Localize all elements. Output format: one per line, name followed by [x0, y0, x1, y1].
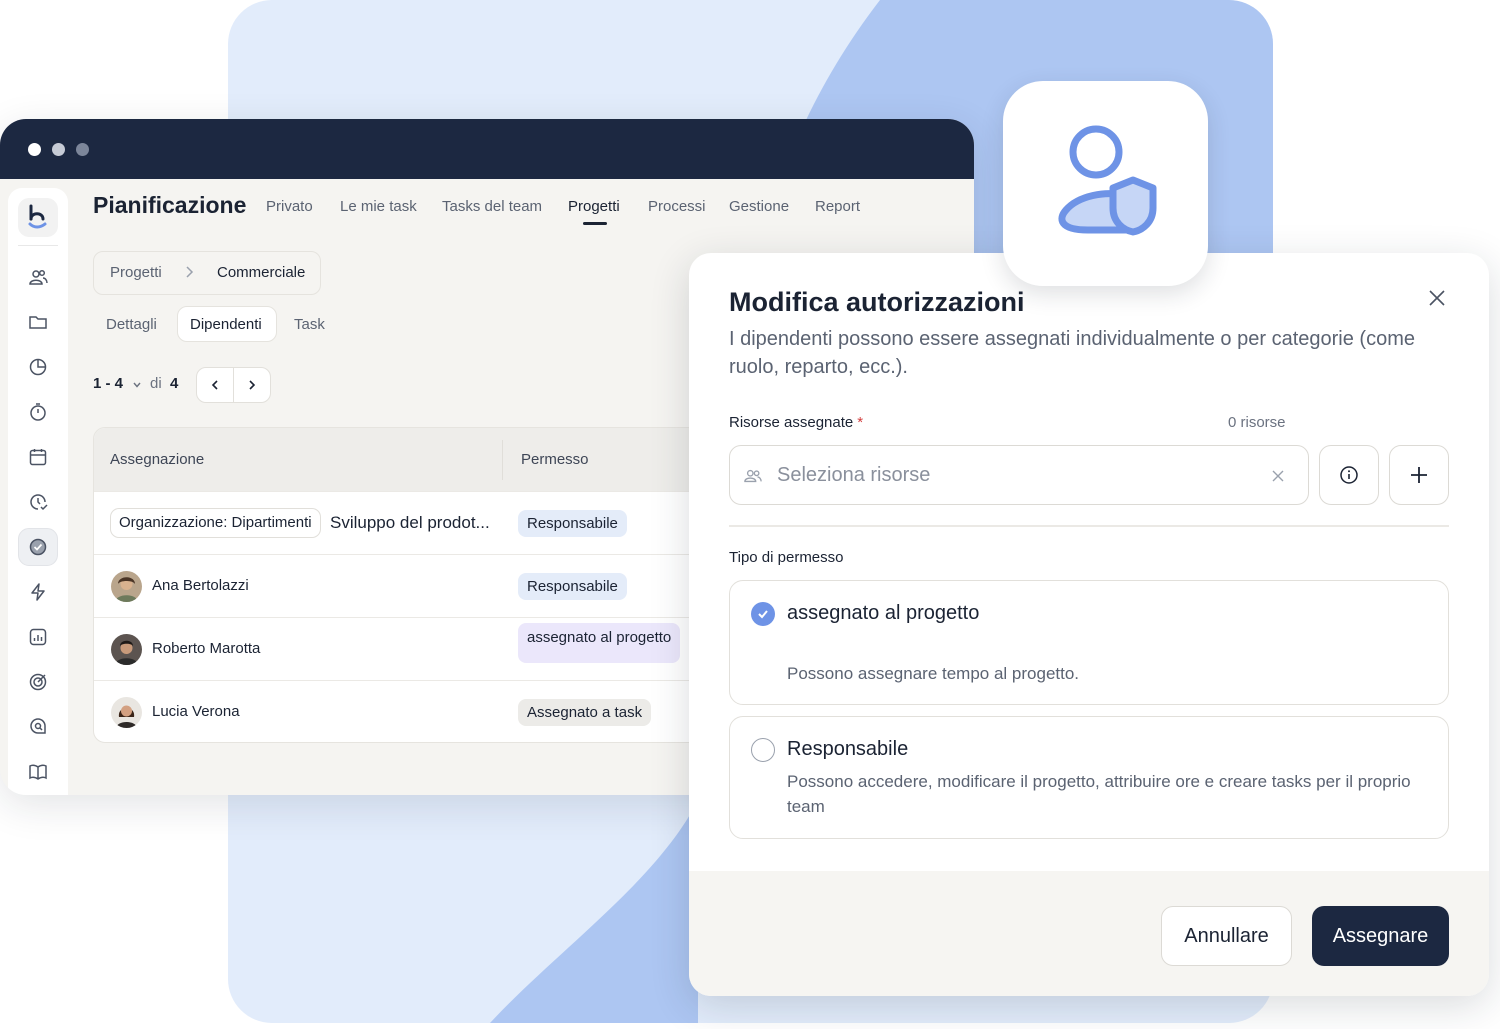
person-name: Ana Bertolazzi: [152, 577, 249, 594]
tab-gestione[interactable]: Gestione: [729, 198, 789, 215]
permission-badge: assegnato al progetto: [518, 623, 681, 663]
column-divider: [502, 440, 503, 480]
plus-icon: [1411, 467, 1427, 483]
assign-button[interactable]: Assegnare: [1312, 906, 1449, 966]
tab-processi[interactable]: Processi: [648, 198, 706, 215]
tab-report[interactable]: Report: [815, 198, 860, 215]
assignments-table: Assegnazione Permesso Organizzazione: Di…: [93, 427, 713, 743]
option-description: Possono assegnare tempo al progetto.: [787, 664, 1080, 683]
clear-icon[interactable]: [1271, 469, 1285, 488]
previous-page-button[interactable]: [197, 368, 233, 402]
permission-badge: Responsabile: [518, 573, 627, 600]
pie-chart-icon[interactable]: [18, 348, 58, 387]
organization-chip: Organizzazione: Dipartimenti: [110, 508, 321, 538]
lightning-icon[interactable]: [18, 573, 58, 612]
person-name: Roberto Marotta: [152, 640, 261, 657]
close-icon: [1429, 290, 1445, 306]
edit-permissions-modal: Modifica autorizzazioni I dipendenti pos…: [689, 253, 1489, 996]
page-title: Pianificazione: [93, 192, 247, 218]
option-title: assegnato al progetto: [787, 602, 980, 624]
option-responsabile[interactable]: Responsabile Possono accedere, modificar…: [729, 716, 1449, 839]
people-icon[interactable]: [18, 258, 58, 297]
radio-checked[interactable]: [751, 602, 775, 626]
table-header: Assegnazione Permesso: [94, 428, 712, 491]
sidebar: [8, 188, 68, 795]
table-row[interactable]: Lucia Verona Assegnato a task: [94, 680, 712, 742]
title-bar: [0, 119, 974, 179]
cancel-button[interactable]: Annullare: [1161, 906, 1292, 966]
subtab-dipendenti[interactable]: Dipendenti: [190, 316, 262, 333]
close-button[interactable]: [1423, 284, 1451, 312]
folder-icon[interactable]: [18, 303, 58, 342]
check-icon: [758, 610, 768, 619]
breadcrumb: Progetti Commerciale: [93, 251, 321, 295]
add-resource-button[interactable]: [1389, 445, 1449, 505]
table-row[interactable]: Roberto Marotta assegnato al progetto: [94, 617, 712, 680]
window-close-dot[interactable]: [28, 142, 41, 156]
subtab-dettagli[interactable]: Dettagli: [106, 316, 157, 333]
window-minimize-dot[interactable]: [52, 142, 65, 156]
sidebar-divider: [18, 244, 58, 246]
chevron-right-icon: [184, 265, 194, 283]
option-description: Possono accedere, modificare il progetto…: [787, 772, 1411, 816]
book-icon[interactable]: [18, 753, 58, 792]
column-header-permesso[interactable]: Permesso: [521, 451, 589, 468]
chevron-down-icon[interactable]: [132, 377, 142, 394]
required-mark: *: [857, 414, 864, 431]
chat-search-icon[interactable]: [18, 708, 58, 747]
avatar: [111, 697, 142, 728]
user-shield-icon: [1058, 125, 1156, 235]
permission-type-label: Tipo di permesso: [729, 549, 844, 566]
tab-progetti[interactable]: Progetti: [568, 198, 620, 215]
permission-badge: Responsabile: [518, 510, 627, 537]
calendar-icon[interactable]: [18, 438, 58, 477]
stopwatch-icon[interactable]: [18, 393, 58, 432]
page-of-label: di: [150, 375, 162, 392]
table-row[interactable]: Ana Bertolazzi Responsabile: [94, 554, 712, 617]
option-title: Responsabile: [787, 738, 909, 760]
resources-select[interactable]: Seleziona risorse: [729, 445, 1309, 505]
window-maximize-dot[interactable]: [76, 142, 89, 156]
page-total: 4: [170, 375, 179, 392]
avatar: [111, 634, 142, 665]
department-name: Sviluppo del prodot...: [330, 513, 490, 532]
info-button[interactable]: [1319, 445, 1379, 505]
column-header-assegnazione[interactable]: Assegnazione: [110, 451, 204, 468]
next-page-button[interactable]: [233, 368, 270, 402]
option-assegnato-al-progetto[interactable]: assegnato al progetto Possono assegnare …: [729, 580, 1449, 705]
tab-tasks-del-team[interactable]: Tasks del team: [442, 198, 542, 215]
modal-title: Modifica autorizzazioni: [729, 287, 1025, 317]
clock-check-icon[interactable]: [18, 483, 58, 522]
tab-privato[interactable]: Privato: [266, 198, 313, 215]
breadcrumb-current: Commerciale: [217, 264, 306, 281]
pagination-buttons: [196, 367, 271, 403]
user-shield-card: [1003, 81, 1208, 286]
people-icon: [744, 467, 762, 490]
radio-unchecked[interactable]: [751, 738, 775, 762]
check-circle-icon[interactable]: [18, 527, 58, 567]
person-name: Lucia Verona: [152, 703, 240, 720]
active-tab-indicator: [583, 222, 607, 225]
table-row[interactable]: Organizzazione: Dipartimenti Sviluppo de…: [94, 491, 712, 554]
report-chart-icon[interactable]: [18, 618, 58, 657]
subtab-task[interactable]: Task: [294, 316, 325, 333]
target-icon[interactable]: [18, 663, 58, 702]
app-logo[interactable]: [18, 198, 58, 237]
permission-badge: Assegnato a task: [518, 699, 652, 726]
resources-placeholder: Seleziona risorse: [777, 464, 931, 486]
info-icon: [1340, 466, 1358, 484]
tab-le-mie-task[interactable]: Le mie task: [340, 198, 417, 215]
breadcrumb-root[interactable]: Progetti: [110, 264, 162, 281]
chevron-left-icon: [211, 380, 218, 390]
resources-count: 0 risorse: [1228, 414, 1286, 431]
page-range[interactable]: 1 - 4: [93, 375, 123, 392]
section-divider: [729, 525, 1449, 527]
modal-description: I dipendenti possono essere assegnati in…: [729, 328, 1415, 378]
avatar: [111, 571, 142, 602]
chevron-right-icon: [249, 380, 256, 390]
resources-label: Risorse assegnate *: [729, 414, 864, 431]
